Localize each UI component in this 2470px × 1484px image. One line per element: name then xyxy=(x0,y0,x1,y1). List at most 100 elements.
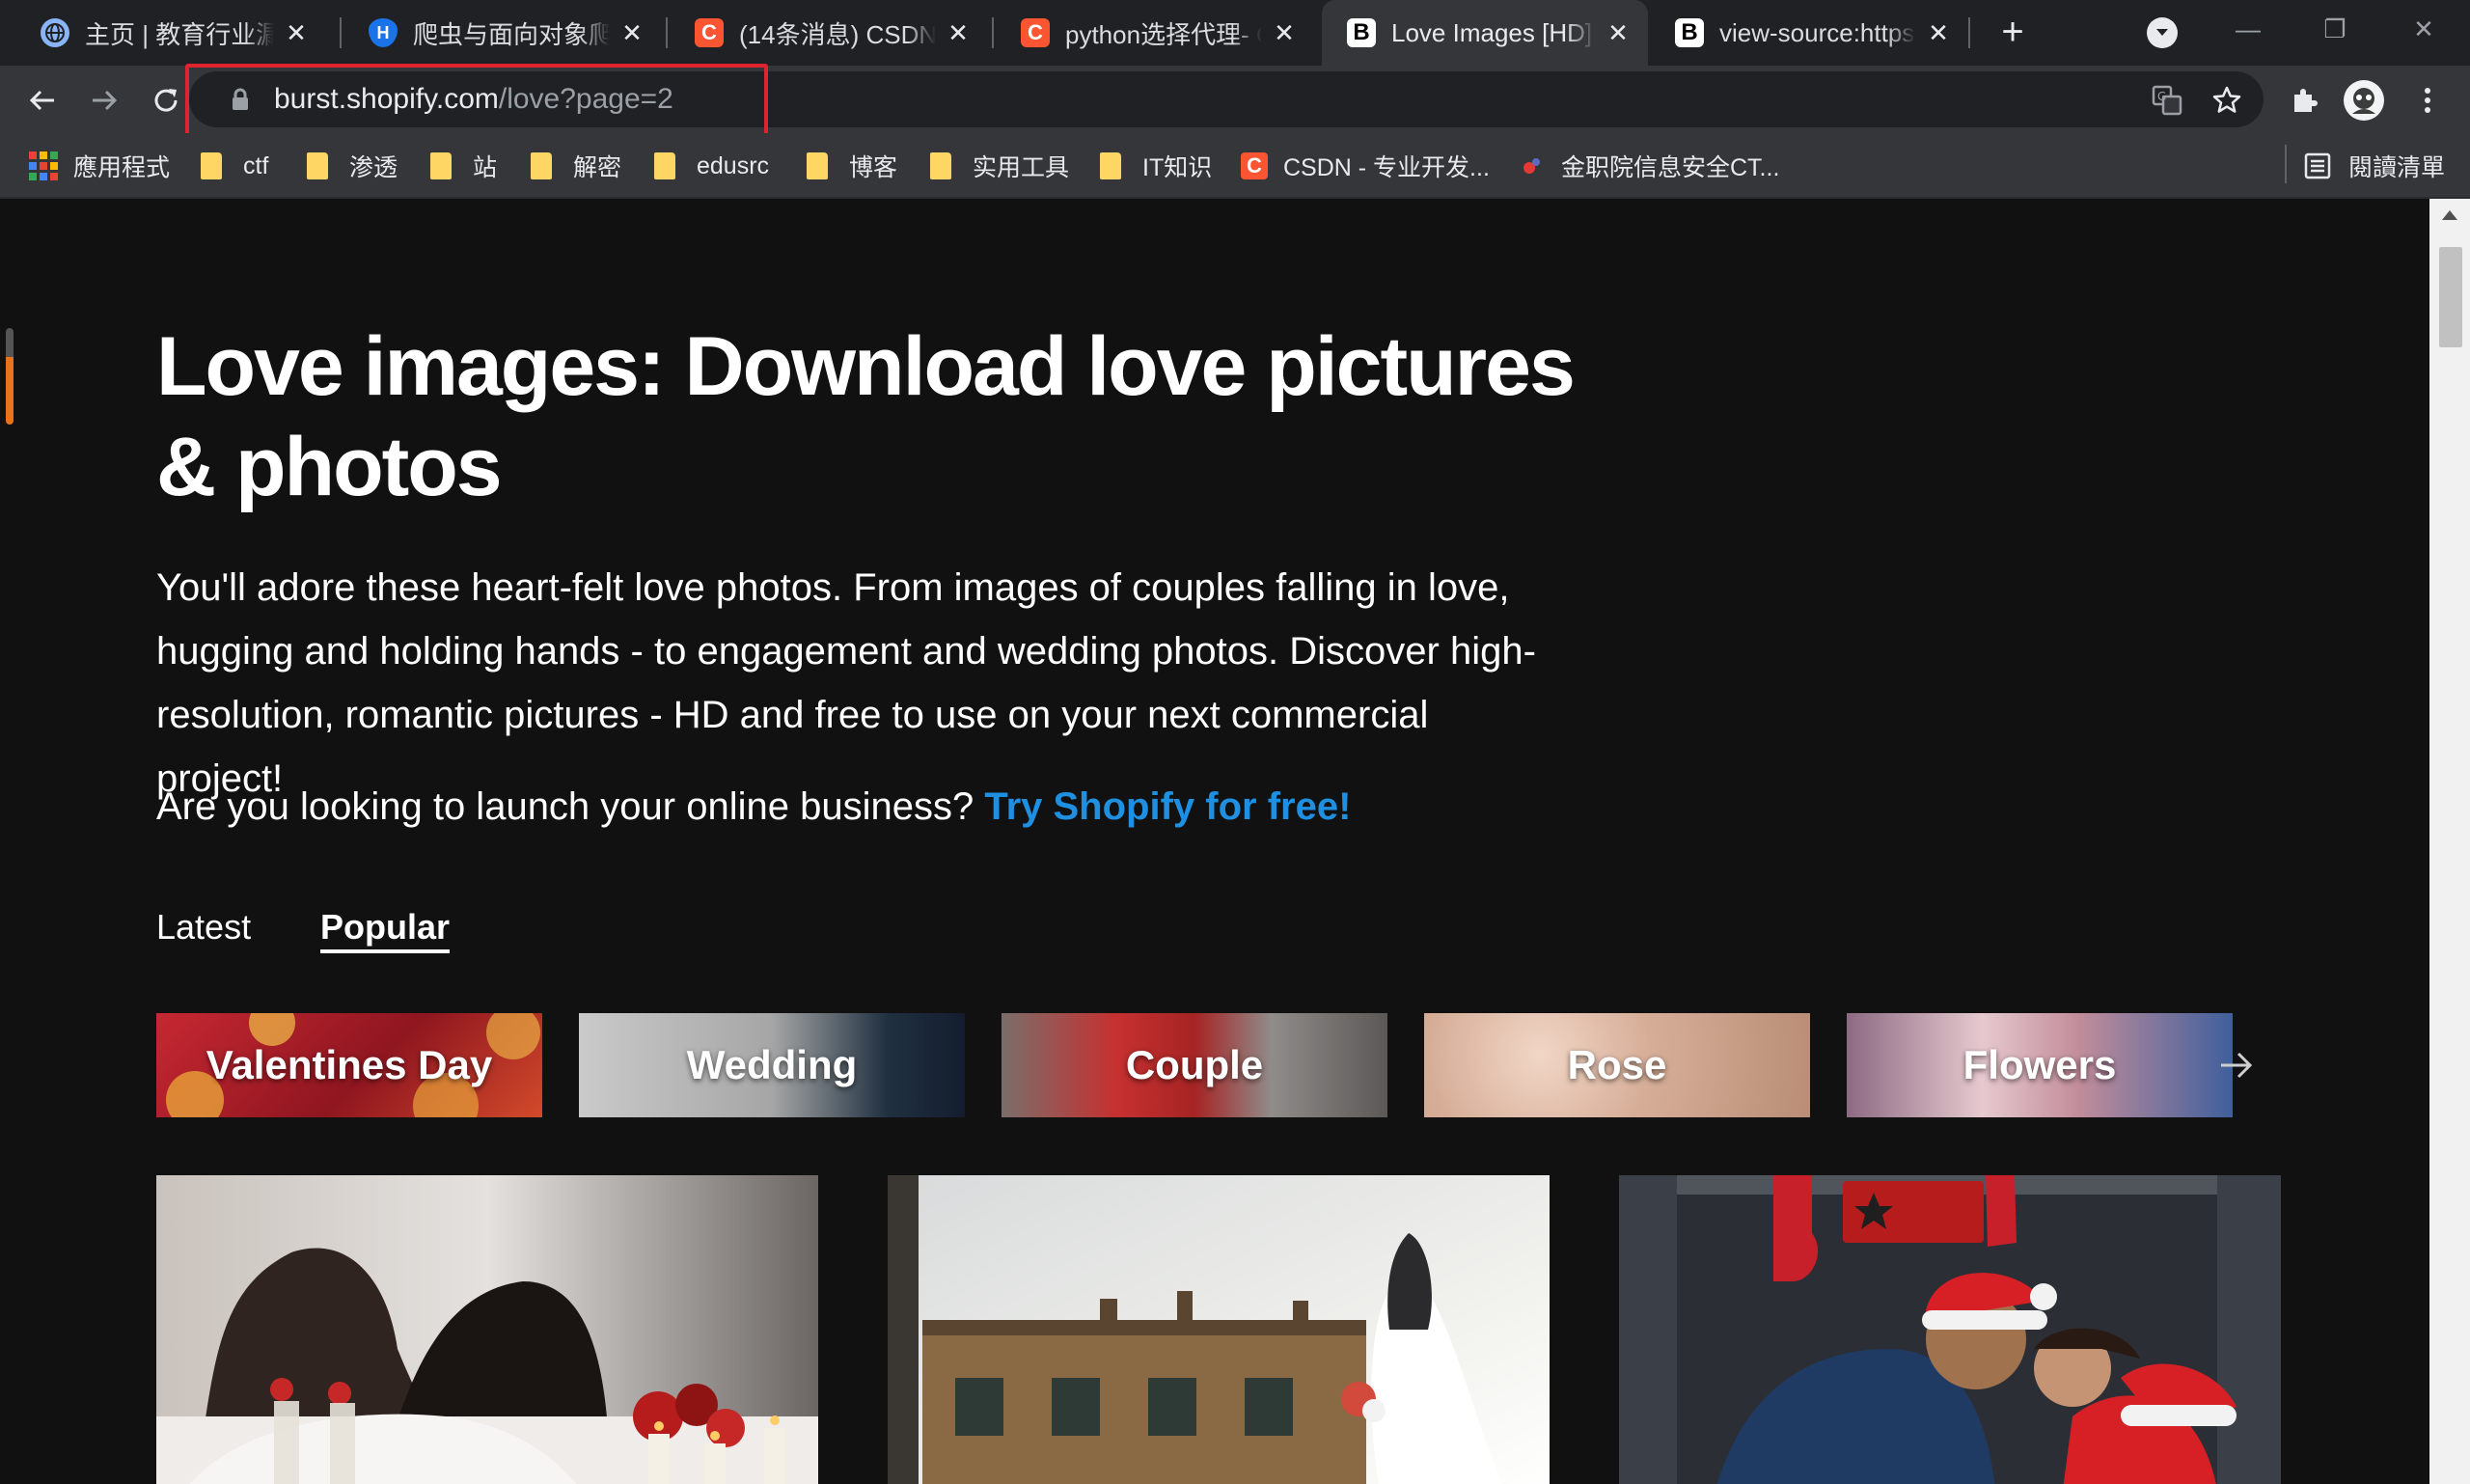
tab-2-title: 爬虫与面向对象爬虫 xyxy=(413,19,610,49)
tab-5-active[interactable]: B Love Images [HD] ✕ xyxy=(1322,0,1648,66)
folder-icon xyxy=(807,152,828,179)
photo-image xyxy=(888,1175,1550,1484)
close-window-button[interactable]: ✕ xyxy=(2395,8,2453,50)
apps-grid-icon xyxy=(29,151,58,180)
folder-icon xyxy=(1100,152,1121,179)
bookmark-apps[interactable]: 應用程式 xyxy=(29,147,170,185)
reading-list-label: 閱讀清單 xyxy=(2348,154,2446,181)
new-tab-button[interactable]: + xyxy=(1993,13,2032,52)
photo-card[interactable] xyxy=(156,1175,818,1484)
bookmark-label: 金职院信息安全CT... xyxy=(1561,154,1780,181)
category-couple[interactable]: Couple xyxy=(1002,1013,1387,1117)
tab-6-close-icon[interactable]: ✕ xyxy=(1922,16,1955,49)
back-button[interactable] xyxy=(21,79,64,122)
photo-image xyxy=(1619,1175,2281,1484)
photo-card[interactable] xyxy=(888,1175,1550,1484)
bookmark-folder-site[interactable]: 站 xyxy=(430,147,497,185)
arrow-right-icon xyxy=(2221,1052,2253,1079)
burst-icon: B xyxy=(1675,18,1704,47)
category-wedding[interactable]: Wedding xyxy=(579,1013,965,1117)
tab-4-title: python选择代理- C xyxy=(1065,19,1262,49)
category-next-button[interactable] xyxy=(2215,1044,2258,1086)
burst-icon: B xyxy=(1347,18,1376,47)
url-highlight-annotation xyxy=(185,64,768,138)
arrow-left-icon xyxy=(29,90,54,111)
tab-popular[interactable]: Popular xyxy=(320,907,451,953)
category-label: Couple xyxy=(1125,1042,1264,1087)
tab-1-title: 主页 | 教育行业漏洞 xyxy=(85,19,274,49)
try-shopify-link[interactable]: Try Shopify for free! xyxy=(984,785,1351,828)
bookmark-label: 渗透 xyxy=(349,154,398,181)
globe-icon xyxy=(41,18,69,47)
minimize-button[interactable]: — xyxy=(2219,8,2277,50)
tab-6[interactable]: B view-source:https: ✕ xyxy=(1650,0,1968,66)
folder-icon xyxy=(654,152,675,179)
cta-text: Are you looking to launch your online bu… xyxy=(156,785,974,828)
category-flowers[interactable]: Flowers xyxy=(1847,1013,2233,1117)
bookmark-folder-tools[interactable]: 实用工具 xyxy=(930,147,1069,185)
cta-line: Are you looking to launch your online bu… xyxy=(156,785,1351,829)
tab-separator xyxy=(340,17,342,48)
category-label: Valentines Day xyxy=(206,1042,493,1087)
tab-5-close-icon[interactable]: ✕ xyxy=(1602,16,1634,49)
tab-5-title: Love Images [HD] xyxy=(1391,17,1593,47)
site-favicon-icon xyxy=(1519,152,1546,179)
bookmark-star-icon[interactable] xyxy=(2209,83,2244,118)
category-label: Flowers xyxy=(1962,1042,2117,1087)
page-scrollbar[interactable] xyxy=(2429,199,2470,1484)
bookmark-label: 博客 xyxy=(849,154,898,181)
restore-button[interactable]: ❐ xyxy=(2306,8,2364,50)
tab-strip: 主页 | 教育行业漏洞 ✕ H 爬虫与面向对象爬虫 ✕ C (14条消息) CS… xyxy=(0,0,2470,66)
bookmark-label: 实用工具 xyxy=(973,154,1070,181)
tab-3-close-icon[interactable]: ✕ xyxy=(942,16,974,49)
menu-kebab-icon[interactable] xyxy=(2406,79,2449,122)
bookmark-label: edusrc xyxy=(697,151,770,179)
tab-6-title: view-source:https: xyxy=(1719,17,1916,47)
tab-2[interactable]: H 爬虫与面向对象爬虫 ✕ xyxy=(343,0,662,66)
tab-separator xyxy=(1968,17,1970,48)
profile-avatar-icon xyxy=(2344,80,2384,121)
category-rose[interactable]: Rose xyxy=(1424,1013,1810,1117)
csdn-icon: C xyxy=(695,18,724,47)
reload-button[interactable] xyxy=(145,79,187,122)
bookmark-folder-pentest[interactable]: 渗透 xyxy=(307,147,398,185)
forward-button[interactable] xyxy=(83,79,125,122)
tab-1-close-icon[interactable]: ✕ xyxy=(280,16,313,49)
bookmark-folder-decrypt[interactable]: 解密 xyxy=(531,147,621,185)
category-label: Rose xyxy=(1567,1042,1667,1087)
folder-icon xyxy=(307,152,328,179)
tab-separator xyxy=(992,17,994,48)
h-icon: H xyxy=(369,18,398,47)
translate-icon[interactable]: G xyxy=(2150,83,2184,118)
page-title: Love images: Download love pictures & ph… xyxy=(156,320,1576,513)
photo-card[interactable] xyxy=(1619,1175,2281,1484)
bookmark-csdn[interactable]: C CSDN - 专业开发... xyxy=(1241,147,1490,185)
reading-list-button[interactable]: 閱讀清單 xyxy=(2304,147,2445,185)
folder-icon xyxy=(930,152,951,179)
photo-image xyxy=(156,1175,818,1484)
page-intro: You'll adore these heart-felt love photo… xyxy=(156,566,1536,800)
tab-latest[interactable]: Latest xyxy=(156,907,251,948)
scroll-thumb[interactable] xyxy=(2439,247,2462,347)
bookmarks-separator xyxy=(2285,145,2287,183)
avatar[interactable] xyxy=(2343,79,2385,122)
bookmark-folder-edusrc[interactable]: edusrc xyxy=(654,147,769,185)
tab-1[interactable]: 主页 | 教育行业漏洞 ✕ xyxy=(15,0,326,66)
category-valentines-day[interactable]: Valentines Day xyxy=(156,1013,542,1117)
bookmark-label: 站 xyxy=(473,154,498,181)
csdn-icon: C xyxy=(1241,152,1268,179)
bookmark-folder-ctf[interactable]: ctf xyxy=(201,147,268,185)
tab-2-close-icon[interactable]: ✕ xyxy=(616,16,648,49)
reload-icon xyxy=(154,89,178,112)
tab-4[interactable]: C python选择代理- C ✕ xyxy=(996,0,1314,66)
bookmark-folder-blog[interactable]: 博客 xyxy=(807,147,897,185)
tab-3[interactable]: C (14条消息) CSDN - ✕ xyxy=(670,0,988,66)
scroll-up-arrow-icon[interactable] xyxy=(2442,210,2457,220)
extensions-icon[interactable] xyxy=(2283,79,2325,122)
tab-4-close-icon[interactable]: ✕ xyxy=(1268,16,1301,49)
tab-search-button[interactable] xyxy=(2147,17,2178,48)
bookmark-label: ctf xyxy=(243,151,269,179)
bookmark-site[interactable]: 金职院信息安全CT... xyxy=(1519,147,1779,185)
bookmark-folder-it[interactable]: IT知识 xyxy=(1100,147,1212,185)
tab-separator xyxy=(666,17,668,48)
